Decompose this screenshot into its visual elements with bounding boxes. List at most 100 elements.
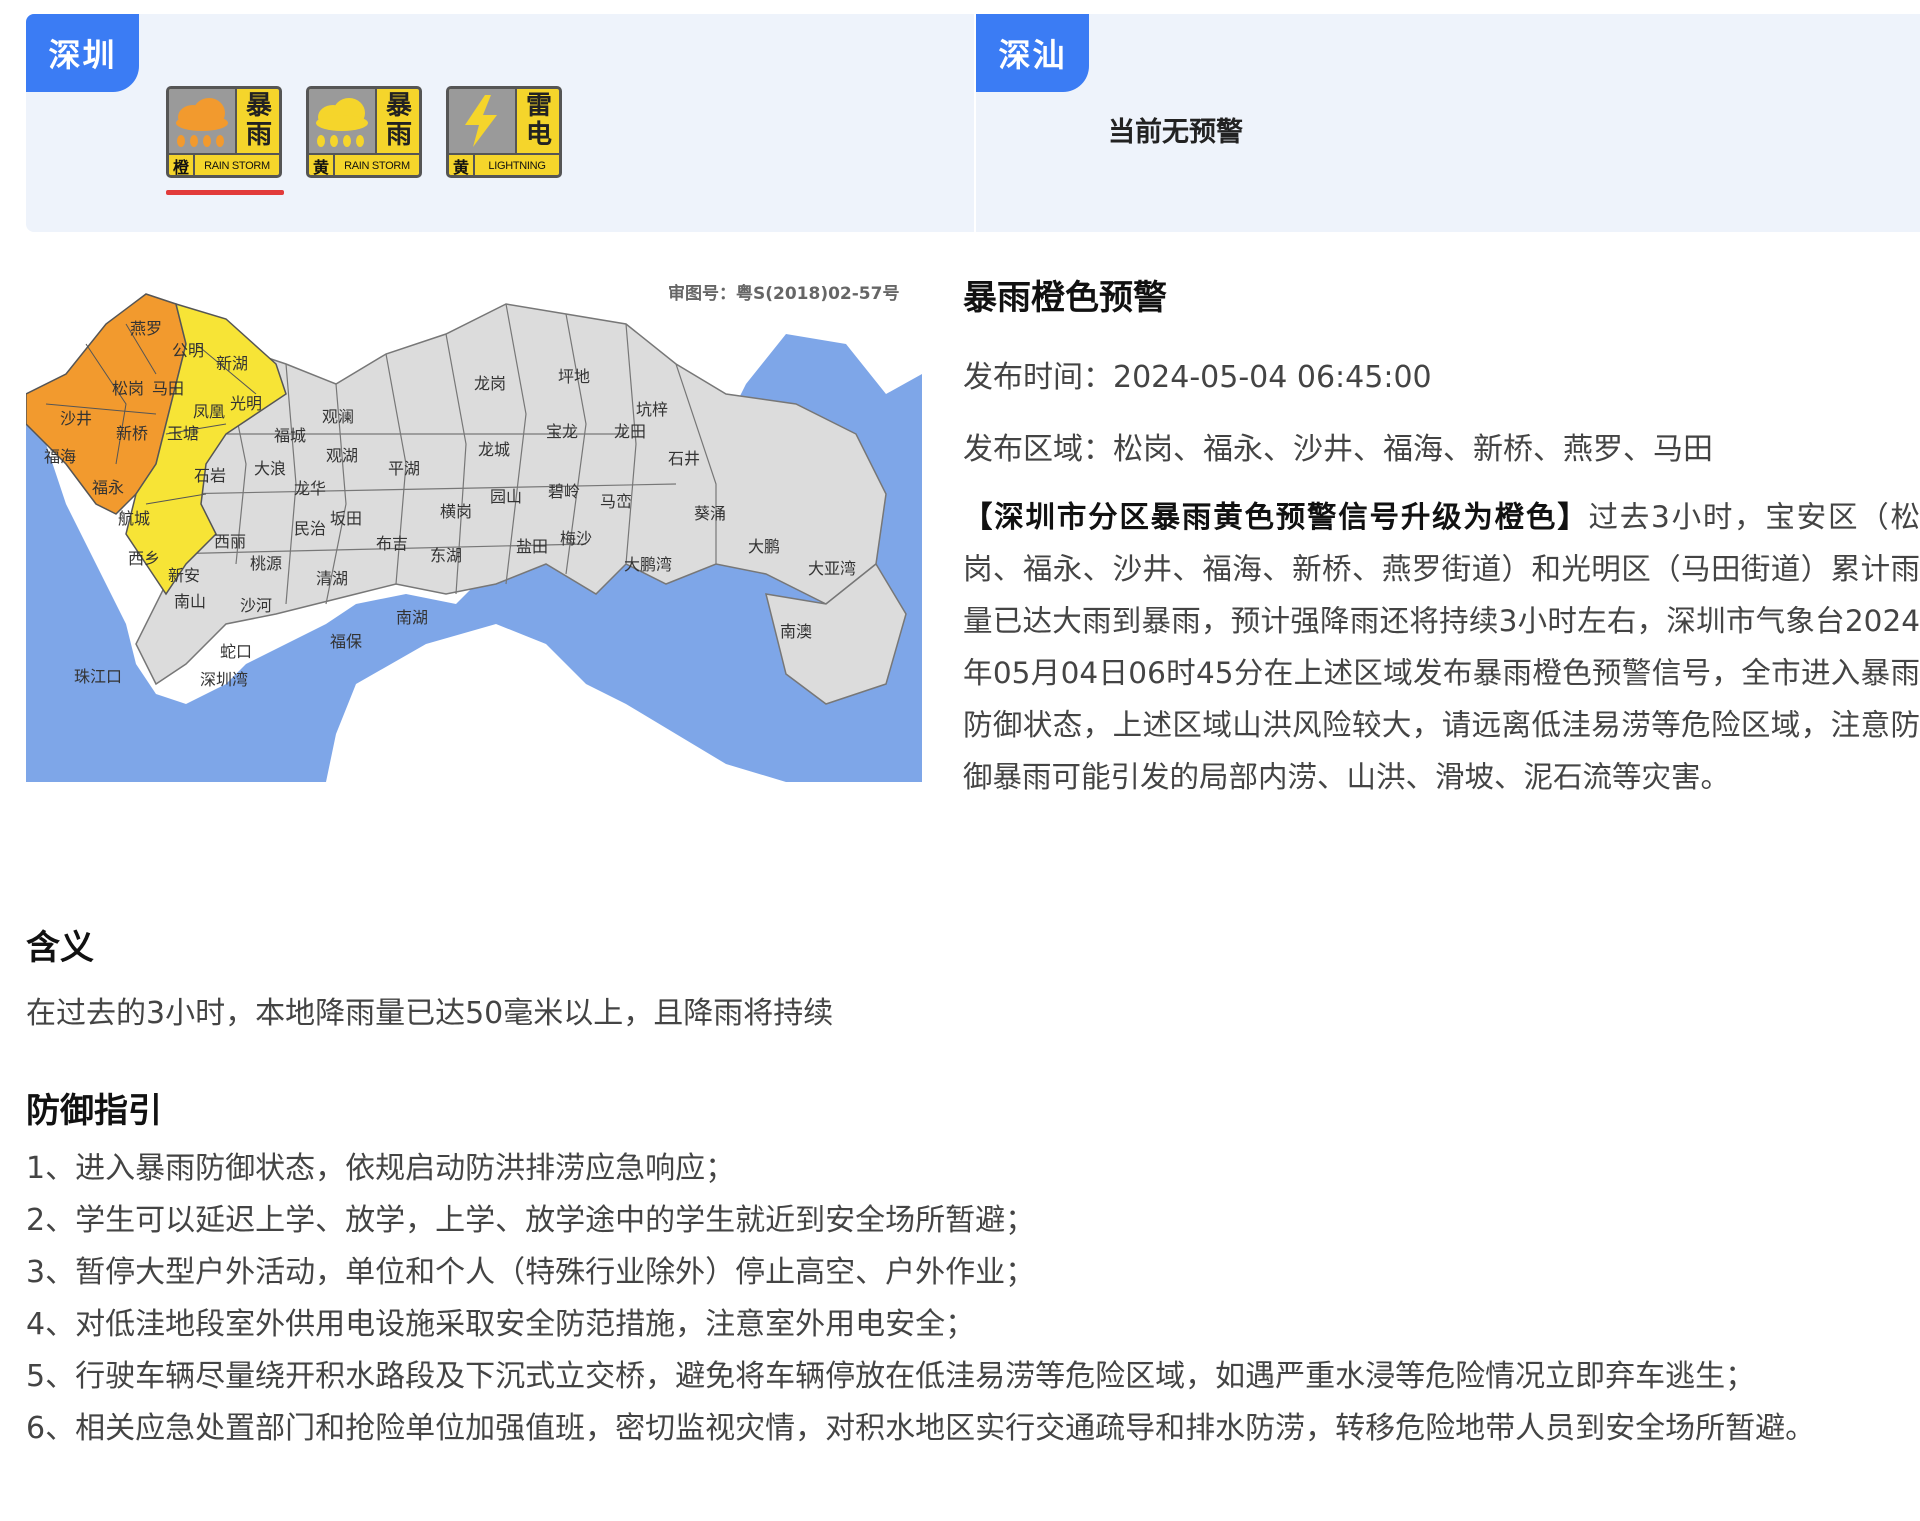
map-label: 西乡 [128, 549, 161, 568]
warning-footer: 橙 RAIN STORM [169, 153, 279, 175]
map-label: 凤凰 [193, 402, 226, 421]
map-label: 沙河 [240, 596, 273, 615]
warning-level: 黄 [309, 155, 335, 175]
map-label: 松岗 [112, 379, 145, 398]
warning-map [26, 264, 922, 782]
map-label: 福保 [330, 632, 363, 651]
warning-description-lead: 【深圳市分区暴雨黄色预警信号升级为橙色】 [963, 500, 1589, 534]
rain-cloud-icon [169, 89, 235, 153]
region-tab-shenzhen[interactable]: 深圳 [26, 14, 139, 92]
guide-item: 5、行驶车辆尽量绕开积水路段及下沉式立交桥，避免将车辆停放在低洼易涝等危险区域，… [26, 1359, 1756, 1394]
warning-level: 橙 [169, 155, 195, 175]
map-label: 福城 [274, 426, 307, 445]
guide-item: 4、对低洼地段室外供用电设施采取安全防范措施，注意室外用电安全； [26, 1307, 976, 1342]
map-label: 西丽 [214, 532, 247, 551]
guide-item: 3、暂停大型户外活动，单位和个人（特殊行业除外）停止高空、户外作业； [26, 1255, 1036, 1290]
warning-en-label: LIGHTNING [488, 160, 546, 172]
map-label: 园山 [490, 487, 523, 506]
warning-footer: 黄 RAIN STORM [309, 153, 419, 175]
map-approval-number: 审图号：粤S(2018)02-57号 [668, 284, 900, 304]
warning-chars: 暴 雨 [235, 89, 279, 153]
map-label: 新桥 [116, 424, 149, 443]
map-label: 坂田 [330, 509, 363, 528]
map-label: 珠江口 [74, 667, 123, 686]
map-label: 宝龙 [546, 422, 579, 441]
meaning-title: 含义 [26, 928, 94, 968]
map-label: 航城 [118, 509, 151, 528]
map-label: 龙城 [478, 440, 511, 459]
map-label: 观澜 [322, 407, 355, 426]
map-label: 玉塘 [167, 424, 200, 443]
warning-chars: 雷 电 [515, 89, 559, 153]
map-label: 马田 [152, 379, 185, 398]
map-label: 大浪 [254, 459, 287, 478]
map-label: 马峦 [600, 492, 633, 511]
publish-area: 发布区域：松岗、福永、沙井、福海、新桥、燕罗、马田 [963, 432, 1713, 467]
map-svg [26, 264, 922, 782]
meaning-text: 在过去的3小时，本地降雨量已达50毫米以上，且降雨将持续 [26, 996, 834, 1031]
map-label: 沙井 [60, 409, 93, 428]
warning-chars: 暴 雨 [375, 89, 419, 153]
selected-indicator [166, 190, 284, 195]
region-tab-shenshan[interactable]: 深汕 [976, 14, 1089, 92]
map-label: 龙华 [294, 479, 327, 498]
guide-item: 2、学生可以延迟上学、放学，上学、放学途中的学生就近到安全场所暂避； [26, 1203, 1036, 1238]
map-label: 蛇口 [220, 642, 253, 661]
rain-cloud-icon [309, 89, 375, 153]
warning-en-label: RAIN STORM [204, 160, 270, 172]
map-label: 清湖 [316, 569, 349, 588]
map-label: 东湖 [430, 546, 463, 565]
map-label: 大亚湾 [808, 559, 857, 578]
map-label: 大鹏湾 [624, 555, 673, 574]
warning-description-text: 过去3小时，宝安区（松岗、福永、沙井、福海、新桥、燕罗街道）和光明区（马田街道）… [963, 500, 1920, 794]
map-label: 民治 [294, 519, 327, 538]
map-label: 福海 [44, 447, 77, 466]
warning-description: 【深圳市分区暴雨黄色预警信号升级为橙色】过去3小时，宝安区（松岗、福永、沙井、福… [963, 491, 1920, 803]
region-panel-shenshan: 深汕 当前无预警 [976, 14, 1920, 232]
warning-char: 暴 [385, 91, 412, 121]
map-label: 燕罗 [130, 319, 163, 338]
warning-title: 暴雨橙色预警 [963, 278, 1167, 318]
guide-item: 6、相关应急处置部门和抢险单位加强值班，密切监视灾情，对积水地区实行交通疏导和排… [26, 1411, 1816, 1446]
map-label: 大鹏 [748, 537, 781, 556]
warning-icon-rainstorm-orange[interactable]: 暴 雨 橙 RAIN STORM [166, 86, 282, 178]
map-label: 横岗 [440, 502, 473, 521]
guide-title: 防御指引 [26, 1091, 162, 1131]
warning-char: 雨 [245, 120, 272, 150]
map-label: 深圳湾 [200, 670, 249, 689]
map-label: 观湖 [326, 446, 359, 465]
map-label: 桃源 [250, 554, 283, 573]
map-label: 坑梓 [636, 400, 669, 419]
map-label: 新湖 [216, 354, 249, 373]
warning-icon-lightning-yellow[interactable]: 雷 电 黄 LIGHTNING [446, 86, 562, 178]
map-label: 南澳 [780, 622, 813, 641]
map-label: 福永 [92, 478, 125, 497]
map-label: 新安 [168, 566, 201, 585]
warning-footer: 黄 LIGHTNING [449, 153, 559, 175]
warning-char: 暴 [245, 91, 272, 121]
warning-char: 雨 [385, 120, 412, 150]
lightning-icon [449, 89, 515, 153]
map-label: 公明 [172, 341, 205, 360]
map-label: 盐田 [516, 537, 549, 556]
map-label: 葵涌 [694, 504, 727, 523]
map-label: 南山 [174, 592, 207, 611]
guide-item: 1、进入暴雨防御状态，依规启动防洪排涝应急响应； [26, 1151, 736, 1186]
map-label: 坪地 [558, 367, 591, 386]
map-label: 平湖 [388, 459, 421, 478]
map-label: 石井 [668, 449, 701, 468]
guide-list: 1、进入暴雨防御状态，依规启动防洪排涝应急响应； 2、学生可以延迟上学、放学，上… [26, 1143, 1906, 1455]
map-label: 布吉 [376, 534, 409, 553]
map-label: 光明 [230, 394, 263, 413]
warning-icon-rainstorm-yellow[interactable]: 暴 雨 黄 RAIN STORM [306, 86, 422, 178]
warning-char: 电 [525, 120, 552, 150]
warning-en-label: RAIN STORM [344, 160, 410, 172]
map-label: 龙岗 [474, 374, 507, 393]
publish-time: 发布时间：2024-05-04 06:45:00 [963, 360, 1432, 395]
map-label: 碧岭 [548, 482, 581, 501]
map-label: 龙田 [614, 422, 647, 441]
map-label: 梅沙 [560, 529, 593, 548]
warning-level: 黄 [449, 155, 475, 175]
no-warning-text: 当前无预警 [1108, 117, 1243, 148]
map-label: 石岩 [194, 466, 227, 485]
